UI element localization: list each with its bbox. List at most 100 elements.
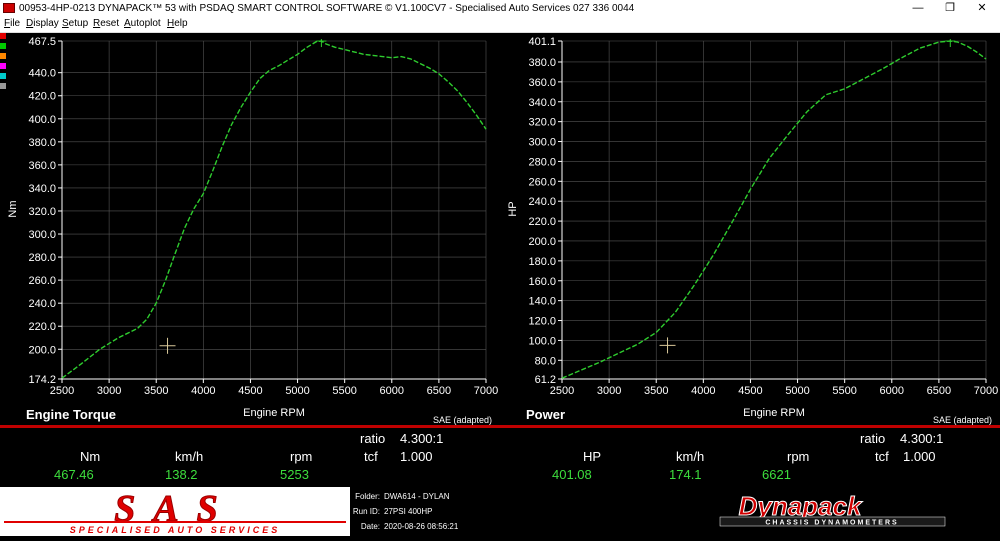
- power-chart-title: Power: [526, 407, 565, 422]
- maximize-button[interactable]: ❐: [935, 0, 965, 17]
- close-button[interactable]: ✕: [967, 0, 997, 17]
- power-y-tick-label: 260.0: [528, 176, 556, 188]
- torque-y-tick-label: 240.0: [28, 298, 56, 310]
- power-y-tick-label: 401.1: [528, 36, 556, 48]
- power-y-tick-label: 140.0: [528, 296, 556, 308]
- date-info: Date: 2020-08-26 08:56:21: [336, 522, 458, 531]
- folder-value: DWA614 - DYLAN: [384, 492, 450, 501]
- menu-setup[interactable]: Setup: [62, 18, 88, 29]
- torque-y-tick-label: 260.0: [28, 275, 56, 287]
- power-y-tick-label: 180.0: [528, 256, 556, 268]
- torque-sae-note: SAE (adapted): [433, 415, 492, 425]
- window-title: 00953-4HP-0213 DYNAPACK™ 53 with PSDAQ S…: [19, 3, 635, 14]
- torque-x-tick-label: 6000: [380, 385, 404, 397]
- sas-logo: SAS SPECIALISED AUTO SERVICES: [0, 487, 350, 536]
- window-titlebar: 00953-4HP-0213 DYNAPACK™ 53 with PSDAQ S…: [0, 0, 1000, 17]
- readout-value-rpm: 6621: [762, 467, 791, 482]
- readout-label-rpm: rpm: [787, 449, 810, 464]
- power-x-tick-label: 6500: [927, 385, 951, 397]
- torque-y-tick-label: 400.0: [28, 114, 56, 126]
- power-y-tick-label: 80.0: [535, 355, 556, 367]
- torque-chart[interactable]: 174.2200.0220.0240.0260.0280.0300.0320.0…: [0, 33, 500, 425]
- menu-display[interactable]: Display: [26, 18, 59, 29]
- date-value: 2020-08-26 08:56:21: [384, 522, 459, 531]
- ratio-label: ratio: [360, 431, 386, 446]
- power-y-tick-label: 220.0: [528, 216, 556, 228]
- torque-x-tick-label: 5500: [332, 385, 356, 397]
- app-icon: [3, 3, 15, 13]
- readout-label-kmh: km/h: [175, 449, 204, 464]
- torque-y-tick-label: 320.0: [28, 206, 56, 218]
- run-value: 27PSI 400HP: [384, 507, 433, 516]
- dynapack-logo: Dynapack CHASSIS DYNAMOMETERS: [650, 491, 950, 529]
- torque-x-tick-label: 3000: [97, 385, 121, 397]
- torque-x-tick-label: 2500: [50, 385, 74, 397]
- power-y-tick-label: 240.0: [528, 196, 556, 208]
- power-y-tick-label: 200.0: [528, 236, 556, 248]
- sas-logo-letters: SAS: [114, 488, 236, 530]
- power-y-tick-label: 380.0: [528, 57, 556, 69]
- power-y-tick-label: 120.0: [528, 316, 556, 328]
- power-x-tick-label: 4000: [691, 385, 715, 397]
- power-x-tick-label: 3000: [597, 385, 621, 397]
- sas-logo-subtitle: SPECIALISED AUTO SERVICES: [70, 525, 281, 535]
- readout-value-kmh: 174.1: [669, 467, 702, 482]
- power-y-tick-label: 320.0: [528, 117, 556, 129]
- divider-bar: [0, 425, 1000, 428]
- power-y-tick-label: 340.0: [528, 97, 556, 109]
- tcf-value: 1.000: [903, 449, 936, 464]
- torque-y-axis-label: Nm: [7, 200, 19, 217]
- power-x-tick-label: 5500: [832, 385, 856, 397]
- readout-label-nm: Nm: [80, 449, 101, 464]
- readout-value-nm: 467.46: [54, 467, 94, 482]
- power-y-tick-label: 160.0: [528, 276, 556, 288]
- torque-y-tick-label: 467.5: [28, 36, 56, 48]
- run-label: Run ID:: [352, 507, 380, 516]
- torque-y-tick-label: 360.0: [28, 160, 56, 172]
- power-x-tick-label: 6000: [880, 385, 904, 397]
- folder-info: Folder: DWA614 - DYLAN: [336, 492, 450, 501]
- power-x-tick-label: 3500: [644, 385, 668, 397]
- date-label: Date:: [360, 522, 380, 531]
- menu-file[interactable]: File: [4, 18, 20, 29]
- torque-y-tick-label: 280.0: [28, 252, 56, 264]
- readout-label-kmh: km/h: [676, 449, 705, 464]
- power-y-tick-label: 300.0: [528, 137, 556, 149]
- torque-x-tick-label: 4500: [238, 385, 262, 397]
- torque-x-tick-label: 3500: [144, 385, 168, 397]
- power-x-tick-label: 4500: [738, 385, 762, 397]
- torque-x-tick-label: 7000: [474, 385, 498, 397]
- torque-x-tick-label: 5000: [285, 385, 309, 397]
- torque-y-tick-label: 300.0: [28, 229, 56, 241]
- torque-chart-title: Engine Torque: [26, 407, 116, 422]
- power-y-axis-label: HP: [507, 201, 519, 216]
- ratio-value: 4.300:1: [400, 431, 444, 446]
- torque-y-tick-label: 340.0: [28, 183, 56, 195]
- menu-autoplot[interactable]: Autoplot: [124, 18, 161, 29]
- power-x-tick-label: 7000: [974, 385, 998, 397]
- run-info: Run ID: 27PSI 400HP: [336, 507, 433, 516]
- tcf-label: tcf: [875, 449, 889, 464]
- torque-x-tick-label: 6500: [427, 385, 451, 397]
- menu-help[interactable]: Help: [167, 18, 188, 29]
- torque-y-tick-label: 200.0: [28, 344, 56, 356]
- power-series-line: [561, 40, 987, 379]
- ratio-label: ratio: [860, 431, 886, 446]
- torque-y-tick-label: 420.0: [28, 91, 56, 103]
- tcf-value: 1.000: [400, 449, 433, 464]
- readout-value-hp: 401.08: [552, 467, 592, 482]
- minimize-button[interactable]: —: [903, 0, 933, 17]
- power-y-tick-label: 100.0: [528, 335, 556, 347]
- readout-value-rpm: 5253: [280, 467, 309, 482]
- power-sae-note: SAE (adapted): [933, 415, 992, 425]
- menu-reset[interactable]: Reset: [93, 18, 119, 29]
- torque-series-line: [61, 40, 487, 379]
- torque-y-tick-label: 440.0: [28, 68, 56, 80]
- ratio-value: 4.300:1: [900, 431, 944, 446]
- power-y-tick-label: 360.0: [528, 77, 556, 89]
- readout-value-kmh: 138.2: [165, 467, 198, 482]
- torque-y-tick-label: 380.0: [28, 137, 56, 149]
- power-chart[interactable]: 61.280.0100.0120.0140.0160.0180.0200.022…: [500, 33, 1000, 425]
- dynapack-logo-subtitle: CHASSIS DYNAMOMETERS: [765, 520, 898, 527]
- tcf-label: tcf: [364, 449, 378, 464]
